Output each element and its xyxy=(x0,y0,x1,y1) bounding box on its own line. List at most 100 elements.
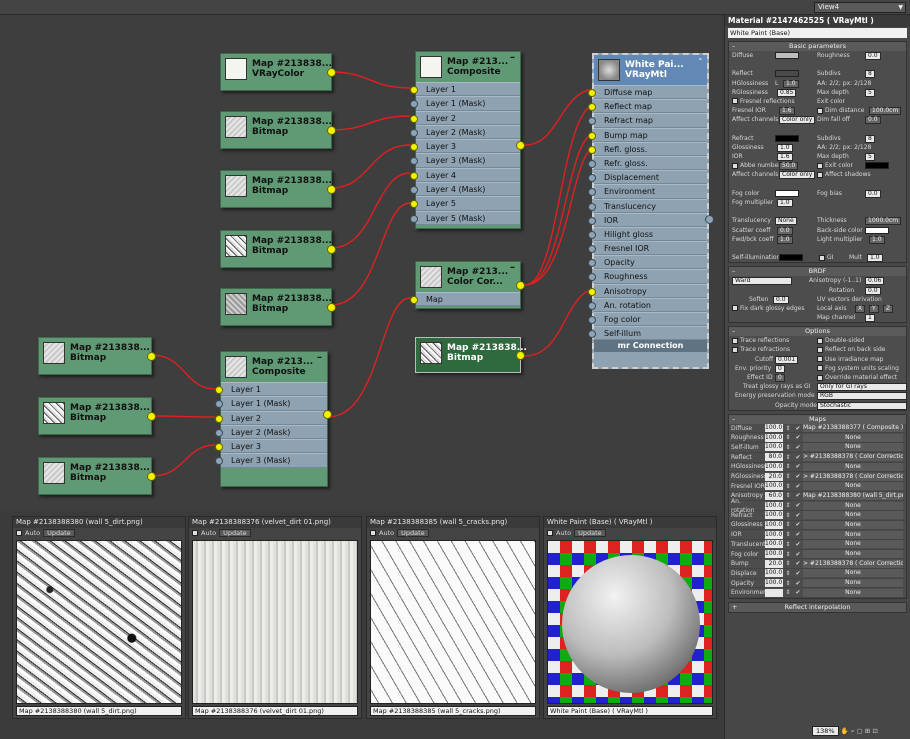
spinner-icon[interactable]: ⇕ xyxy=(783,559,793,568)
dim-distance-checkbox[interactable] xyxy=(817,107,823,114)
refract-swatch[interactable] xyxy=(775,134,799,142)
slot-an-rotation[interactable]: An. rotation xyxy=(588,297,707,312)
subdivs-field[interactable]: 8 xyxy=(865,70,875,79)
map-slot-button[interactable]: None xyxy=(803,520,903,529)
rollout-title[interactable]: Basic parameters xyxy=(789,42,846,50)
slot-diffuse-map[interactable]: Diffuse map xyxy=(588,85,707,100)
self-illum-swatch[interactable] xyxy=(779,254,803,262)
output-socket[interactable] xyxy=(147,412,156,421)
node-bitmap[interactable]: Map #213838... Bitmap xyxy=(38,397,156,435)
map-channel-field[interactable]: 1 xyxy=(865,314,875,323)
map-slot-button[interactable]: None xyxy=(803,511,903,520)
affect-channels-select[interactable]: Color only xyxy=(779,116,816,125)
map-amount-field[interactable]: 100.0 xyxy=(765,501,783,510)
refr-subdivs-field[interactable]: 8 xyxy=(865,134,875,143)
input-socket[interactable] xyxy=(588,316,596,324)
map-enable-checkbox[interactable]: ✔ xyxy=(793,472,803,481)
update-button[interactable]: Update xyxy=(43,529,75,537)
input-socket[interactable] xyxy=(588,330,596,339)
slot-map[interactable]: Map xyxy=(410,292,520,307)
double-sided-checkbox[interactable] xyxy=(817,337,823,344)
node-bitmap[interactable]: Map #213838... Bitmap xyxy=(38,457,156,495)
slot-displacement[interactable]: Displacement xyxy=(588,170,707,185)
map-slot-button[interactable]: None xyxy=(803,550,903,559)
map-amount-field[interactable]: 100.0 xyxy=(765,569,783,578)
brdf-type-select[interactable]: Ward xyxy=(732,276,792,285)
map-amount-field[interactable]: 100.0 xyxy=(765,482,783,491)
output-socket[interactable] xyxy=(327,245,336,254)
rollout-title[interactable]: BRDF xyxy=(809,267,827,275)
node-color-correction[interactable]: Map #213... Color Cor... – Map xyxy=(410,261,525,309)
input-socket[interactable] xyxy=(588,89,596,97)
fog-units-checkbox[interactable] xyxy=(817,365,823,372)
slot-layer-4-mask[interactable]: Layer 4 (Mask) xyxy=(410,182,520,197)
map-amount-field[interactable]: 60.0 xyxy=(765,491,783,500)
preview-select[interactable]: Map #2138388380 (wall 5_dirt.png) xyxy=(16,706,182,716)
input-socket[interactable] xyxy=(588,245,596,254)
spinner-icon[interactable]: ⇕ xyxy=(783,569,793,578)
input-socket[interactable] xyxy=(588,103,596,112)
map-amount-field[interactable]: 100.0 xyxy=(765,433,783,442)
map-enable-checkbox[interactable]: ✔ xyxy=(793,443,803,452)
dim-falloff-field[interactable]: 0.0 xyxy=(865,116,881,125)
override-checkbox[interactable] xyxy=(817,374,823,381)
slot-translucency[interactable]: Translucency xyxy=(588,198,707,213)
map-slot-button[interactable]: None xyxy=(803,443,903,452)
spinner-icon[interactable]: ⇕ xyxy=(783,511,793,520)
map-slot-button[interactable]: None xyxy=(803,569,903,578)
map-amount-field[interactable]: 20.0 xyxy=(765,559,783,568)
slot-environment[interactable]: Environment xyxy=(588,184,707,199)
map-amount-field[interactable]: 100.0 xyxy=(765,530,783,539)
input-socket[interactable] xyxy=(588,230,596,239)
input-socket[interactable] xyxy=(410,200,418,209)
map-enable-checkbox[interactable]: ✔ xyxy=(793,491,803,500)
map-slot-button[interactable]: None xyxy=(803,501,903,510)
material-name-field[interactable]: White Paint (Base) xyxy=(728,28,907,38)
slot-self-illum[interactable]: Self-illum xyxy=(588,326,707,341)
slot-layer-1[interactable]: Layer 1 xyxy=(215,382,327,397)
fwdbck-field[interactable]: 1.0 xyxy=(777,235,793,244)
input-socket[interactable] xyxy=(410,143,418,152)
hgloss-lock[interactable]: L xyxy=(775,79,778,88)
map-amount-field[interactable] xyxy=(765,588,783,597)
output-socket[interactable] xyxy=(323,410,332,419)
map-amount-field[interactable]: 100.0 xyxy=(765,462,783,471)
trace-reflections-checkbox[interactable] xyxy=(732,337,738,344)
slot-layer-1-mask[interactable]: Layer 1 (Mask) xyxy=(215,396,327,411)
trace-refractions-checkbox[interactable] xyxy=(732,346,738,353)
dim-distance-field[interactable]: 100.0cm xyxy=(869,107,902,116)
input-socket[interactable] xyxy=(215,386,223,394)
node-editor-canvas[interactable]: Map #213838... VRayColor Map #213838... Bi… xyxy=(0,15,722,511)
node-vraymtl[interactable]: White Pai... VRayMtl – Diffuse map Reflec… xyxy=(588,53,714,369)
use-irradiance-checkbox[interactable] xyxy=(817,356,823,363)
rollout-title[interactable]: Reflect interpolation xyxy=(785,603,851,611)
map-amount-field[interactable]: 20.0 xyxy=(765,472,783,481)
slot-layer-3-mask[interactable]: Layer 3 (Mask) xyxy=(215,453,327,468)
slot-anisotropy[interactable]: Anisotropy xyxy=(588,283,707,298)
collapse-icon[interactable]: – xyxy=(699,55,703,63)
input-socket[interactable] xyxy=(588,131,596,140)
map-enable-checkbox[interactable]: ✔ xyxy=(793,433,803,442)
map-enable-checkbox[interactable]: ✔ xyxy=(793,579,803,588)
map-enable-checkbox[interactable]: ✔ xyxy=(793,462,803,471)
map-amount-field[interactable]: 100.0 xyxy=(765,520,783,529)
input-socket[interactable] xyxy=(410,157,418,166)
opacity-mode-select[interactable]: Stochastic xyxy=(817,401,907,410)
preview-select[interactable]: White Paint (Base) ( VRayMtl ) xyxy=(547,706,713,716)
output-socket[interactable] xyxy=(147,352,156,361)
slot-bump-map[interactable]: Bump map xyxy=(588,127,707,142)
input-socket[interactable] xyxy=(588,159,596,168)
input-socket[interactable] xyxy=(410,128,418,137)
map-enable-checkbox[interactable]: ✔ xyxy=(793,559,803,568)
output-socket[interactable] xyxy=(705,215,714,224)
spinner-icon[interactable]: ⇕ xyxy=(783,482,793,491)
preview-select[interactable]: Map #2138388385 (wall 5_cracks.png) xyxy=(370,706,536,716)
map-enable-checkbox[interactable]: ✔ xyxy=(793,569,803,578)
auto-checkbox[interactable] xyxy=(547,530,553,536)
anisotropy-field[interactable]: 0.06 xyxy=(865,277,885,286)
diffuse-swatch[interactable] xyxy=(775,52,799,59)
spinner-icon[interactable]: ⇕ xyxy=(783,520,793,529)
map-slot-button[interactable]: None xyxy=(803,462,903,471)
zoom-region-icon[interactable]: ▢ xyxy=(857,727,863,735)
slot-layer-2-mask[interactable]: Layer 2 (Mask) xyxy=(410,124,520,140)
